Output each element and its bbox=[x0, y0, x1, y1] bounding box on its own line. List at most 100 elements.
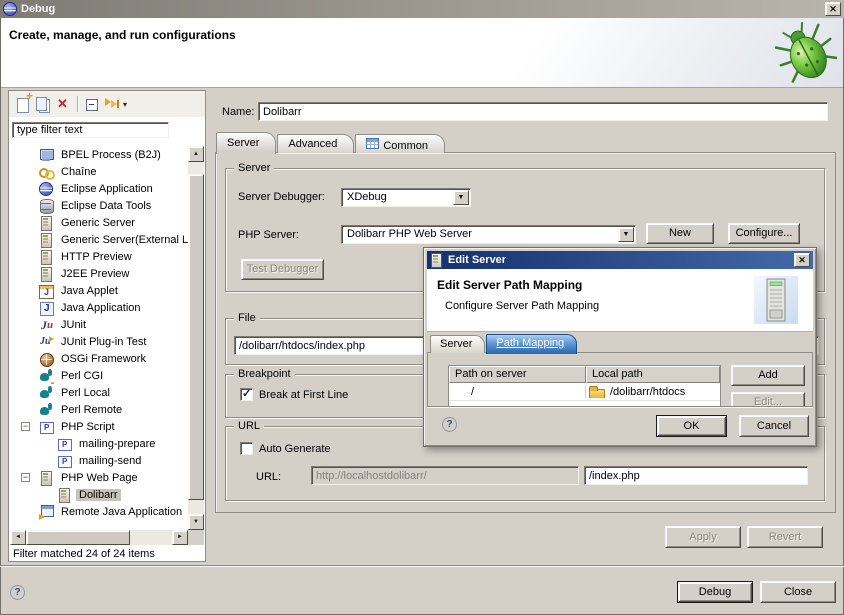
duplicate-icon[interactable] bbox=[33, 94, 53, 114]
tree-item-label: Generic Server(External La bbox=[58, 234, 188, 246]
eclipse-logo-icon bbox=[3, 2, 17, 16]
close-icon: ✕ bbox=[798, 255, 806, 265]
new-server-button[interactable]: New bbox=[646, 223, 714, 244]
chevron-down-icon[interactable]: ▼ bbox=[453, 190, 469, 205]
local-path-value: /dolibarr/htdocs bbox=[610, 386, 685, 398]
tree-item-label: Java Applet bbox=[58, 285, 121, 297]
tree-item-eclipse-application[interactable]: Eclipse Application bbox=[10, 180, 188, 197]
tree-item-label: Eclipse Application bbox=[58, 183, 156, 195]
tab-path-mapping[interactable]: Path Mapping bbox=[486, 334, 577, 354]
dialog-subheading: Configure Server Path Mapping bbox=[445, 300, 599, 312]
tree-item-generic-server-external-la[interactable]: Generic Server(External La bbox=[10, 231, 188, 248]
tab-common[interactable]: Common bbox=[355, 134, 445, 153]
tree-item-perl-cgi[interactable]: Perl CGI bbox=[10, 367, 188, 384]
tree-item-eclipse-data-tools[interactable]: Eclipse Data Tools bbox=[10, 197, 188, 214]
tree-item-php-web-page[interactable]: −PHP Web Page bbox=[10, 469, 188, 486]
table-row[interactable]: //dolibarr/htdocs bbox=[449, 383, 720, 400]
delete-icon[interactable] bbox=[53, 94, 73, 114]
scrollbar-corner bbox=[188, 530, 204, 545]
scroll-up-icon[interactable]: ▲ bbox=[188, 146, 204, 162]
revert-button[interactable]: Revert bbox=[747, 526, 823, 548]
tree-item-label: mailing-prepare bbox=[76, 438, 158, 450]
collapse-expander-icon[interactable]: − bbox=[21, 422, 30, 431]
auto-generate-checkbox[interactable] bbox=[240, 442, 253, 455]
tree-item-remote-java-application[interactable]: Remote Java Application bbox=[10, 503, 188, 520]
help-icon[interactable]: ? bbox=[442, 417, 457, 432]
collapse-all-icon[interactable] bbox=[82, 94, 102, 114]
vertical-scroll-thumb[interactable] bbox=[188, 174, 204, 500]
tree-item-java-applet[interactable]: Java Applet bbox=[10, 282, 188, 299]
table-header-row: Path on serverLocal path bbox=[449, 366, 720, 383]
tree-item-mailing-send[interactable]: mailing-send bbox=[10, 452, 188, 469]
java-icon bbox=[39, 301, 54, 315]
help-icon[interactable]: ? bbox=[10, 585, 25, 600]
tree-item-perl-local[interactable]: Perl Local bbox=[10, 384, 188, 401]
computer-icon bbox=[39, 148, 54, 162]
close-button[interactable]: Close bbox=[760, 581, 836, 603]
cancel-button[interactable]: Cancel bbox=[739, 415, 809, 437]
configure-server-button[interactable]: Configure... bbox=[728, 223, 800, 244]
column-header[interactable]: Path on server bbox=[449, 366, 586, 383]
add-mapping-button[interactable]: Add bbox=[731, 365, 805, 386]
tree-item-label: Remote Java Application bbox=[58, 506, 185, 518]
php-icon bbox=[57, 454, 72, 468]
dialog-titlebar: Edit Server ✕ bbox=[427, 251, 813, 269]
filter-input[interactable] bbox=[12, 122, 169, 138]
break-first-line-checkbox[interactable]: ✓ bbox=[240, 388, 253, 401]
new-configuration-icon[interactable] bbox=[13, 94, 33, 114]
dialog-button-bar: ? OK Cancel bbox=[427, 406, 813, 443]
tree-item-label: Generic Server bbox=[58, 217, 138, 229]
tab-advanced[interactable]: Advanced bbox=[277, 134, 354, 153]
tree-item-dolibarr[interactable]: Dolibarr bbox=[10, 486, 188, 503]
tree-item-bpel-process-b2j[interactable]: BPEL Process (B2J) bbox=[10, 146, 188, 163]
tree-item-perl-remote[interactable]: Perl Remote bbox=[10, 401, 188, 418]
tree-item-osgi-framework[interactable]: OSGi Framework bbox=[10, 350, 188, 367]
name-input[interactable] bbox=[258, 102, 828, 121]
tree-item-java-application[interactable]: Java Application bbox=[10, 299, 188, 316]
php-server-select[interactable]: Dolibarr PHP Web Server ▼ bbox=[341, 225, 636, 244]
tab-label: Server bbox=[227, 137, 259, 149]
window-title: Debug bbox=[21, 3, 825, 15]
apply-button[interactable]: Apply bbox=[665, 526, 741, 548]
tree-horizontal-scrollbar[interactable]: ◄ ► bbox=[10, 530, 188, 545]
server-icon bbox=[39, 216, 54, 230]
tab-server[interactable]: Server bbox=[216, 132, 276, 154]
url-label: URL: bbox=[256, 471, 281, 483]
tree-item-label: JUnit Plug-in Test bbox=[58, 336, 149, 348]
tree-item-junit[interactable]: JUnit bbox=[10, 316, 188, 333]
tree-item-php-script[interactable]: −PHP Script bbox=[10, 418, 188, 435]
php-icon bbox=[39, 420, 54, 434]
window-close-button[interactable]: ✕ bbox=[825, 2, 841, 16]
table-icon bbox=[366, 138, 379, 149]
debug-button[interactable]: Debug bbox=[677, 581, 753, 603]
collapse-expander-icon[interactable]: − bbox=[21, 473, 30, 482]
tab-label: Common bbox=[383, 140, 428, 152]
scroll-left-icon[interactable]: ◄ bbox=[10, 530, 26, 545]
server-debugger-select[interactable]: XDebug ▼ bbox=[341, 188, 471, 207]
dialog-close-button[interactable]: ✕ bbox=[794, 253, 810, 267]
ok-button[interactable]: OK bbox=[656, 415, 727, 437]
tree-item-http-preview[interactable]: HTTP Preview bbox=[10, 248, 188, 265]
scroll-right-icon[interactable]: ► bbox=[172, 530, 188, 545]
tree-item-junit-plug-in-test[interactable]: JUnit Plug-in Test bbox=[10, 333, 188, 350]
column-header[interactable]: Local path bbox=[586, 366, 720, 383]
chain-icon bbox=[39, 165, 54, 179]
php-icon bbox=[57, 437, 72, 451]
tree-item-generic-server[interactable]: Generic Server bbox=[10, 214, 188, 231]
url-path-input[interactable] bbox=[584, 466, 808, 485]
test-debugger-button[interactable]: Test Debugger bbox=[241, 259, 324, 280]
dropdown-arrow-icon[interactable]: ▾ bbox=[123, 100, 127, 109]
dialog-heading: Edit Server Path Mapping bbox=[437, 278, 582, 292]
remote-java-icon bbox=[39, 505, 54, 519]
horizontal-scroll-thumb[interactable] bbox=[26, 530, 130, 545]
chevron-down-icon[interactable]: ▼ bbox=[618, 227, 634, 242]
tree-vertical-scrollbar[interactable]: ▲ ▼ bbox=[188, 146, 204, 530]
tab-server[interactable]: Server bbox=[430, 335, 485, 353]
scroll-down-icon[interactable]: ▼ bbox=[188, 514, 204, 530]
tree-item-j2ee-preview[interactable]: J2EE Preview bbox=[10, 265, 188, 282]
tree-item-cha-ne[interactable]: Chaîne bbox=[10, 163, 188, 180]
server-icon bbox=[39, 267, 54, 281]
tree-item-mailing-prepare[interactable]: mailing-prepare bbox=[10, 435, 188, 452]
filter-icon[interactable] bbox=[102, 94, 122, 114]
page-title: Create, manage, and run configurations bbox=[9, 28, 236, 42]
